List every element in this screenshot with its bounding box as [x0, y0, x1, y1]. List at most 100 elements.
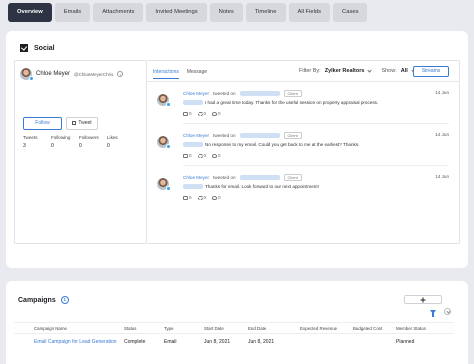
- related-tabs: Overview Emails Attachments Invited Meet…: [8, 3, 368, 22]
- post-author[interactable]: Chloe Meyer: [183, 133, 209, 138]
- post-body: No response to my email. Could you get b…: [205, 142, 360, 147]
- post-header: Chloe Meyer tweeted on Client: [183, 132, 302, 139]
- filter-select[interactable]: Zylker Realtors: [325, 68, 365, 74]
- post-date: 14 Jun: [435, 90, 449, 95]
- tab-message[interactable]: Message: [187, 69, 207, 79]
- profile-pane: Chloe Meyer @ChloeMeyerChris i Follow Tw…: [14, 60, 147, 244]
- tweet-button[interactable]: Tweet: [66, 117, 98, 130]
- reply-action[interactable]: 0: [183, 111, 192, 116]
- col-expected-revenue[interactable]: Expected Revenue: [300, 322, 353, 334]
- redacted-text: [239, 175, 280, 180]
- retweet-count: 0: [203, 111, 207, 116]
- cell-member-status: Planned: [396, 338, 415, 345]
- profile-handle[interactable]: @ChloeMeyerChris: [74, 72, 113, 77]
- feed-pane: Interactions Message Filter By: Zylker R…: [147, 60, 460, 244]
- stat-following: Following 0: [51, 135, 73, 149]
- profile-name: Chloe Meyer: [36, 71, 71, 77]
- avatar: [157, 136, 171, 149]
- client-badge: Client: [283, 90, 302, 97]
- redacted-text: [183, 142, 203, 147]
- heart-icon: [212, 153, 218, 158]
- social-title: Social: [34, 44, 55, 52]
- chevron-down-icon[interactable]: [444, 308, 451, 315]
- client-badge: Client: [283, 132, 302, 139]
- avatar: [157, 94, 171, 107]
- col-campaign-name[interactable]: Campaign Name: [14, 322, 124, 334]
- retweet-action[interactable]: 0: [197, 111, 207, 116]
- campaign-name-link[interactable]: Email Campaign for Lead Generation: [14, 334, 124, 350]
- show-select[interactable]: All: [401, 68, 408, 74]
- redacted-text: [183, 184, 203, 189]
- heart-icon: [212, 111, 218, 116]
- tab-notes[interactable]: Notes: [209, 3, 243, 22]
- table-row[interactable]: Email Campaign for Lead Generation Compl…: [14, 334, 454, 350]
- like-action[interactable]: 0: [212, 111, 221, 116]
- feed-filters: Filter By: Zylker Realtors Show: All: [299, 68, 425, 74]
- tab-cases[interactable]: Cases: [333, 3, 368, 22]
- reply-action[interactable]: 0: [183, 195, 192, 200]
- campaigns-count-badge: 1: [60, 296, 69, 304]
- col-type[interactable]: Type: [164, 322, 204, 334]
- reply-count: 0: [189, 111, 192, 116]
- avatar: [157, 178, 171, 191]
- tab-all-fields[interactable]: All Fields: [288, 3, 331, 22]
- post-text: Thanks for email. Look forward to our ne…: [183, 184, 319, 189]
- tab-interactions[interactable]: Interactions: [153, 69, 179, 79]
- campaigns-table: Campaign Name Status Type Start Date End…: [14, 322, 454, 350]
- stat-label: Followers: [79, 135, 99, 140]
- like-action[interactable]: 0: [212, 195, 221, 200]
- filter-icon[interactable]: [430, 310, 436, 317]
- tab-attachments[interactable]: Attachments: [93, 3, 144, 22]
- post-author[interactable]: Chloe Meyer: [183, 91, 209, 96]
- client-badge: Client: [283, 174, 302, 181]
- streams-button[interactable]: Streams: [413, 66, 449, 77]
- compose-icon: [72, 120, 77, 125]
- retweet-action[interactable]: 0: [197, 153, 207, 158]
- col-member-status[interactable]: Member Status: [396, 322, 454, 334]
- like-action[interactable]: 0: [212, 153, 221, 158]
- like-count: 0: [218, 153, 221, 158]
- info-icon[interactable]: i: [117, 71, 124, 77]
- col-budgeted-cost[interactable]: Budgeted Cost: [353, 322, 396, 334]
- post-header: Chloe Meyer tweeted on Client: [183, 90, 302, 97]
- chevron-down-icon[interactable]: [367, 68, 373, 73]
- retweet-count: 0: [203, 195, 207, 200]
- post-author[interactable]: Chloe Meyer: [183, 175, 209, 180]
- campaigns-title: Campaigns: [18, 296, 56, 304]
- show-label: Show:: [381, 68, 397, 74]
- retweet-count: 0: [203, 153, 207, 158]
- add-campaign-button[interactable]: [404, 295, 442, 304]
- stat-likes: Likes 0: [107, 135, 129, 149]
- cell-type: Email: [164, 338, 177, 345]
- profile-header: Chloe Meyer @ChloeMeyerChris i: [20, 68, 124, 81]
- stat-label: Likes: [107, 135, 118, 140]
- reply-action[interactable]: 0: [183, 153, 192, 158]
- post-actions: 0 0 0: [183, 111, 221, 116]
- profile-stats: Tweets 3 Following 0 Followers 0 Likes 0: [23, 135, 135, 149]
- post-date: 14 Jun: [435, 174, 449, 179]
- tab-invited-meetings[interactable]: Invited Meetings: [146, 3, 207, 22]
- col-start-date[interactable]: Start Date: [204, 322, 248, 334]
- stat-tweets: Tweets 3: [23, 135, 45, 149]
- col-status[interactable]: Status: [124, 322, 164, 334]
- stat-value: 0: [107, 143, 110, 149]
- cell-budgeted-cost: [353, 334, 396, 350]
- tab-timeline[interactable]: Timeline: [245, 3, 286, 22]
- feed-post: Chloe Meyer tweeted on Client 14 Jun I h…: [157, 90, 449, 130]
- retweet-icon: [197, 195, 203, 200]
- stat-label: Following: [51, 135, 71, 140]
- col-end-date[interactable]: End Date: [248, 322, 300, 334]
- post-verb: tweeted on: [213, 133, 236, 138]
- feed-post: Chloe Meyer tweeted on Client 14 Jun No …: [157, 132, 449, 172]
- stat-label: Tweets: [23, 135, 38, 140]
- retweet-action[interactable]: 0: [197, 195, 207, 200]
- tweet-button-label: Tweet: [78, 120, 92, 126]
- twitter-badge-icon: [166, 144, 171, 149]
- follow-button[interactable]: Follow: [23, 117, 62, 130]
- post-verb: tweeted on: [213, 175, 236, 180]
- tab-emails[interactable]: Emails: [54, 3, 91, 22]
- tab-overview[interactable]: Overview: [8, 3, 52, 22]
- table-header-row: Campaign Name Status Type Start Date End…: [14, 322, 454, 334]
- stat-value: 3: [23, 143, 26, 149]
- post-date: 14 Jun: [435, 132, 449, 137]
